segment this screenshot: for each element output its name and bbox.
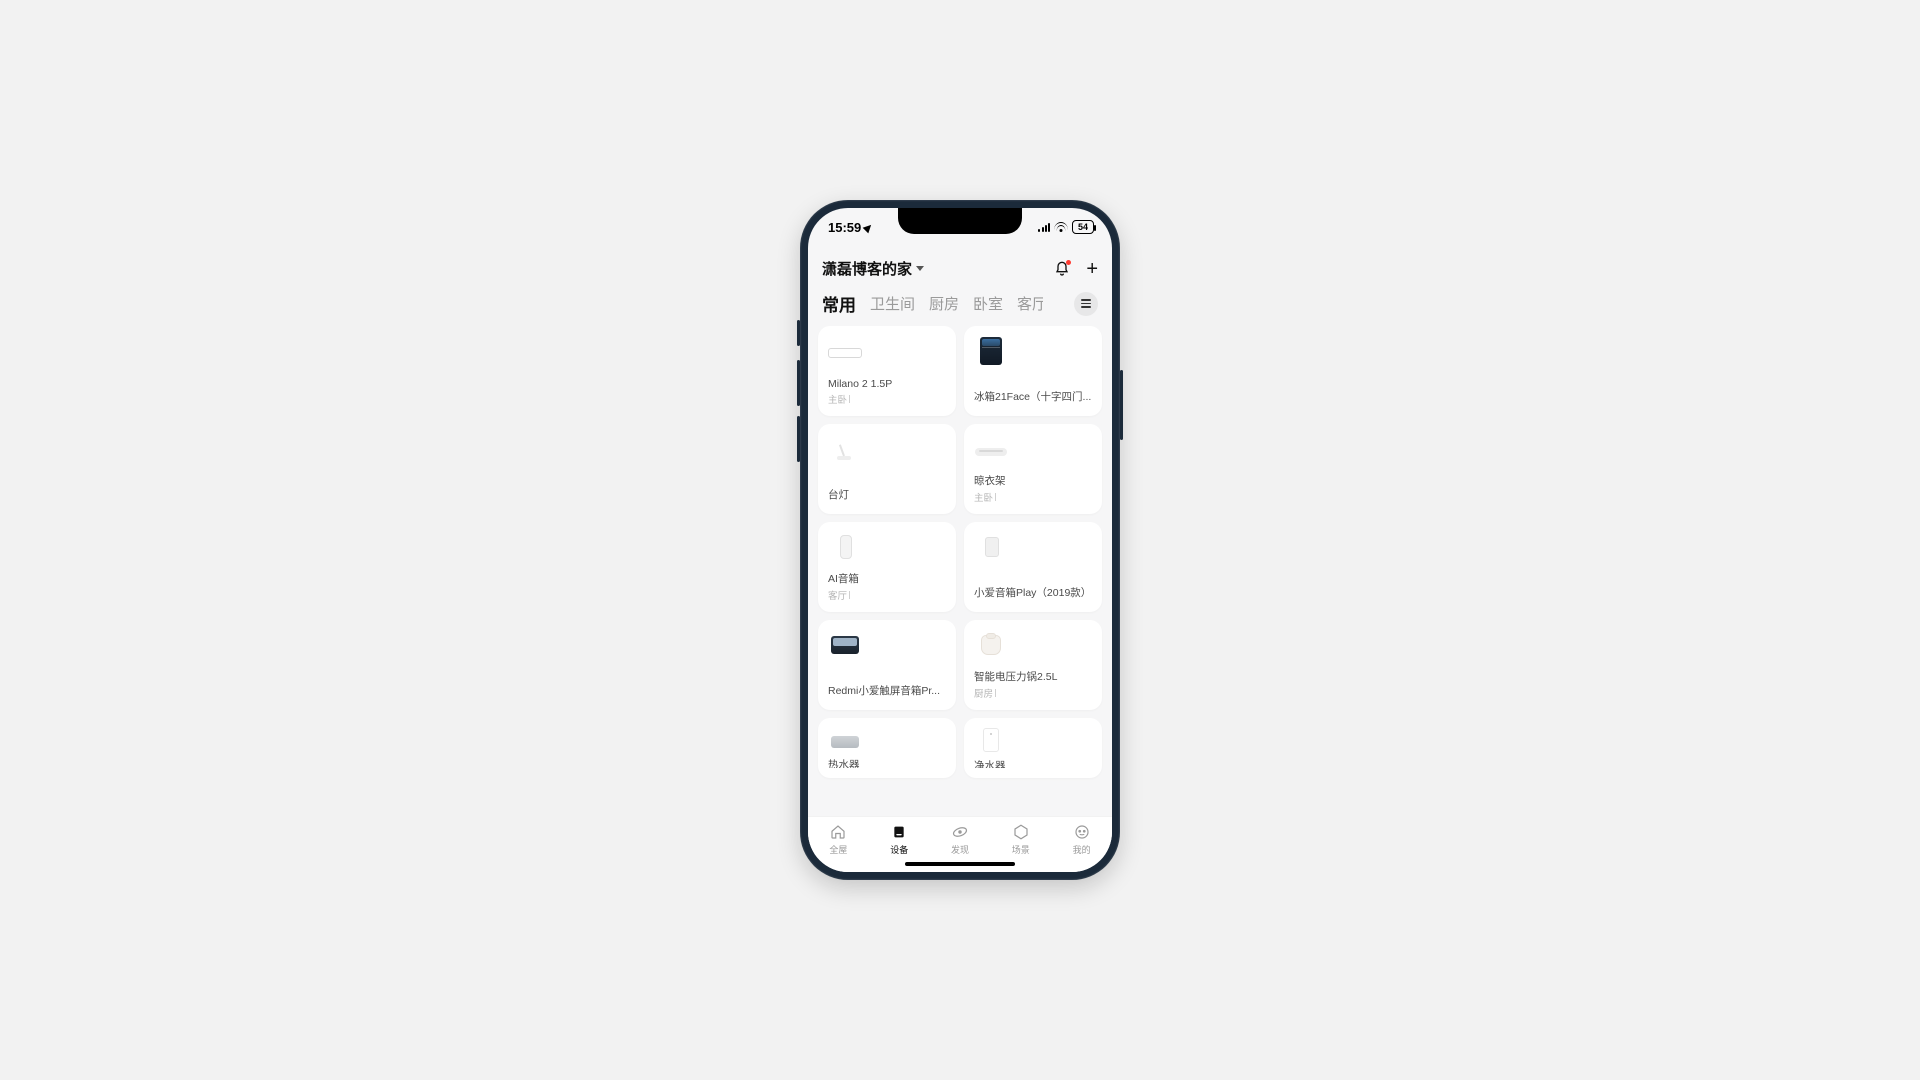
tab-label: 发现 [951, 843, 969, 856]
device-card[interactable]: 小爱音箱Play（2019款） [964, 522, 1102, 612]
device-room: 主卧 [974, 490, 1092, 504]
device-room: 主卧 [828, 392, 946, 406]
device-card[interactable]: 智能电压力锅2.5L 厨房 [964, 620, 1102, 710]
device-name: Redmi小爱触屏音箱Pr... [828, 683, 946, 698]
stage: 15:59 54 潇磊博客的家 [0, 0, 1920, 1080]
status-time: 15:59 [828, 220, 861, 235]
discover-icon [951, 823, 969, 841]
volume-up [797, 360, 800, 406]
device-thumb [974, 434, 1008, 464]
device-name: 台灯 [828, 487, 946, 502]
device-room: 厨房 [974, 686, 1092, 700]
battery-level: 54 [1078, 222, 1088, 232]
device-card[interactable]: AI音箱 客厅 [818, 522, 956, 612]
screen: 15:59 54 潇磊博客的家 [808, 208, 1112, 872]
device-scroll[interactable]: Milano 2 1.5P 主卧 冰箱21Face（十字四门... 台灯 [808, 326, 1112, 816]
device-name: 热水器 [828, 757, 946, 768]
tab-label: 全屋 [829, 843, 847, 856]
phone-frame: 15:59 54 潇磊博客的家 [800, 200, 1120, 880]
device-thumb [974, 532, 1008, 562]
device-thumb [974, 630, 1008, 660]
tab-scenes[interactable]: 场景 [1012, 823, 1030, 856]
room-tabs: 常用 卫生间 厨房 卧室 客厅 [822, 291, 1098, 316]
home-indicator [905, 862, 1015, 866]
device-name: 冰箱21Face（十字四门... [974, 389, 1092, 404]
device-card[interactable]: 冰箱21Face（十字四门... [964, 326, 1102, 416]
tab-label: 设备 [890, 843, 908, 856]
tab-me[interactable]: 我的 [1073, 823, 1091, 856]
home-icon [829, 823, 847, 841]
device-card[interactable]: 热水器 [818, 718, 956, 778]
device-room: 客厅 [828, 588, 946, 602]
tab-discover[interactable]: 发现 [951, 823, 969, 856]
location-icon [863, 222, 874, 233]
wifi-icon [1054, 222, 1068, 232]
power-button [1120, 370, 1123, 440]
battery-icon: 54 [1072, 220, 1094, 234]
cellular-icon [1038, 222, 1050, 232]
tab-living[interactable]: 客厅 [1017, 293, 1043, 314]
device-thumb [828, 630, 862, 660]
tab-kitchen[interactable]: 厨房 [929, 293, 959, 314]
profile-icon [1073, 823, 1091, 841]
device-card[interactable]: 晾衣架 主卧 [964, 424, 1102, 514]
device-name: 智能电压力锅2.5L [974, 669, 1092, 684]
device-thumb [828, 532, 862, 562]
tab-label: 场景 [1012, 843, 1030, 856]
volume-down [797, 416, 800, 462]
devices-icon [890, 823, 908, 841]
device-thumb [828, 434, 862, 464]
tab-devices[interactable]: 设备 [890, 823, 908, 856]
tabs-menu-button[interactable] [1074, 292, 1098, 316]
device-thumb [828, 336, 862, 366]
device-grid: Milano 2 1.5P 主卧 冰箱21Face（十字四门... 台灯 [818, 326, 1102, 778]
device-name: 小爱音箱Play（2019款） [974, 585, 1092, 600]
scenes-icon [1012, 823, 1030, 841]
home-title-text: 潇磊博客的家 [822, 258, 912, 279]
add-button[interactable]: + [1086, 261, 1098, 277]
device-name: Milano 2 1.5P [828, 378, 946, 390]
tab-label: 我的 [1073, 843, 1091, 856]
device-thumb [828, 728, 862, 751]
device-card[interactable]: 净水器 [964, 718, 1102, 778]
device-thumb [974, 728, 1008, 752]
tab-home[interactable]: 全屋 [829, 823, 847, 856]
chevron-down-icon [916, 266, 924, 271]
tab-bedroom[interactable]: 卧室 [973, 293, 1003, 314]
notification-dot [1066, 260, 1071, 265]
device-name: 净水器 [974, 758, 1092, 768]
tab-bathroom[interactable]: 卫生间 [870, 293, 915, 314]
mute-switch [797, 320, 800, 346]
notifications-button[interactable] [1054, 261, 1070, 277]
device-name: AI音箱 [828, 571, 946, 586]
app-header: 潇磊博客的家 + 常用 卫生间 厨房 卧室 [808, 252, 1112, 324]
device-card[interactable]: Redmi小爱触屏音箱Pr... [818, 620, 956, 710]
device-card[interactable]: Milano 2 1.5P 主卧 [818, 326, 956, 416]
device-card[interactable]: 台灯 [818, 424, 956, 514]
home-selector[interactable]: 潇磊博客的家 [822, 258, 924, 279]
device-name: 晾衣架 [974, 473, 1092, 488]
notch [898, 208, 1022, 234]
device-thumb [974, 336, 1008, 366]
tab-common[interactable]: 常用 [822, 291, 856, 316]
